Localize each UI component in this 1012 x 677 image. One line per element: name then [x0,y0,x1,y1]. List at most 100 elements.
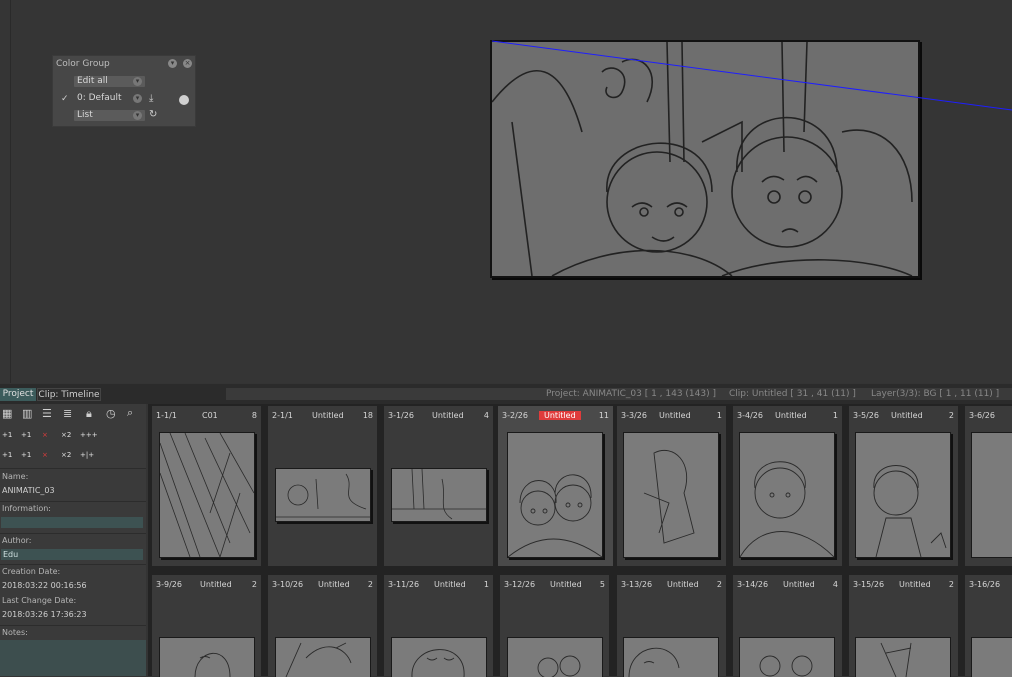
scene-title: Untitled [775,411,807,420]
scene-count: 1 [716,411,722,420]
scene-card[interactable]: 3-13/26 Untitled 2 [617,575,726,677]
scene-card[interactable]: 3-3/26 Untitled 1 [617,406,726,566]
scene-thumbnail [159,432,255,558]
scene-card[interactable]: 3-1/26 Untitled 4 [384,406,493,566]
scene-number: 3-15/26 [853,580,885,589]
timer-icon[interactable]: ◷ [106,407,116,420]
author-label: Author: [2,536,32,545]
lock-icon[interactable]: 🔒︎ [86,407,92,421]
add-after-button[interactable]: +1 [21,451,31,459]
list-view-icon[interactable]: ☰ [42,407,52,420]
notes-field[interactable] [0,640,146,676]
scene-number: 3-3/26 [621,411,647,420]
scene-card[interactable]: 3-4/26 Untitled 1 [733,406,842,566]
scene-card[interactable]: 1-1/1 C01 8 [152,406,261,566]
scene-title: Untitled [667,580,699,589]
column-view-icon[interactable]: ▥ [22,407,32,420]
scene-card[interactable]: 3-11/26 Untitled 1 [384,575,493,677]
scene-thumbnail [855,637,951,677]
scene-card[interactable]: 2-1/1 Untitled 18 [268,406,377,566]
information-label: Information: [2,504,52,513]
scene-title: Untitled [432,411,464,420]
scene-card[interactable]: 3-9/26 Untitled 2 [152,575,261,677]
divider [0,564,146,565]
scene-title: Untitled [659,411,691,420]
scene-card[interactable]: 3-5/26 Untitled 2 [849,406,958,566]
clip-status: Clip: Untitled [ 31 , 41 (11) ] [729,389,856,399]
scene-thumbnail [391,637,487,677]
scene-thumbnail [391,468,487,522]
scene-thumbnail [739,432,835,558]
scene-number: 3-4/26 [737,411,763,420]
tab-project[interactable]: Project [0,388,36,401]
scene-thumbnail [739,637,835,677]
scene-card[interactable]: 3-12/26 Untitled 5 [500,575,609,677]
scene-count: 1 [832,411,838,420]
scene-title: Untitled [434,580,466,589]
scene-count: 5 [599,580,605,589]
last-change-label: Last Change Date: [2,596,77,605]
delete-button[interactable]: × [42,451,48,459]
divider [0,625,146,626]
duplicate-button[interactable]: ×2 [61,431,71,439]
scene-count: 2 [716,580,722,589]
scene-card-selected[interactable]: 3-2/26 Untitled 11 [498,406,613,566]
last-change-value: 2018:03:26 17:36:23 [2,610,87,619]
scene-title: Untitled [899,580,931,589]
guide-line [491,40,1012,111]
scene-card[interactable]: 3-14/26 Untitled 4 [733,575,842,677]
scene-number: 3-12/26 [504,580,536,589]
scene-title: Untitled [539,411,581,420]
scene-thumbnail [507,637,603,677]
scene-number: 3-2/26 [502,411,528,420]
creation-date-value: 2018:03:22 00:16:56 [2,581,87,590]
notes-label: Notes: [2,628,28,637]
scene-title: Untitled [200,580,232,589]
author-field[interactable]: Edu [1,549,143,560]
scene-number: 1-1/1 [156,411,177,420]
scene-number: 3-1/26 [388,411,414,420]
scene-thumbnail [623,432,719,558]
split-button[interactable]: +++ [80,431,98,439]
information-field[interactable] [1,517,143,528]
scene-thumbnail [971,432,1012,558]
scene-count: 4 [483,411,489,420]
scene-thumbnail [971,637,1012,677]
grid-view-icon[interactable]: ▦ [2,407,12,420]
scene-number: 2-1/1 [272,411,293,420]
scene-thumbnail [507,432,603,558]
scene-number: 3-9/26 [156,580,182,589]
scene-count: 2 [367,580,373,589]
add-before-button[interactable]: +1 [2,431,12,439]
scene-title: Untitled [312,411,344,420]
scene-card[interactable]: 3-15/26 Untitled 2 [849,575,958,677]
scene-card[interactable]: 3-6/26 [965,406,1012,566]
scene-card[interactable]: 3-10/26 Untitled 2 [268,575,377,677]
delete-button[interactable]: × [42,431,48,439]
merge-button[interactable]: +|+ [80,451,94,459]
scene-count: 2 [948,580,954,589]
scene-number: 3-10/26 [272,580,304,589]
add-after-button[interactable]: +1 [21,431,31,439]
scene-thumbnail [623,637,719,677]
scene-number: 3-14/26 [737,580,769,589]
duplicate-button[interactable]: ×2 [61,451,71,459]
timeline-view-icon[interactable]: ≣ [63,407,72,420]
scene-title: Untitled [891,411,923,420]
scene-number: 3-11/26 [388,580,420,589]
name-value[interactable]: ANIMATIC_03 [2,486,55,495]
add-before-button[interactable]: +1 [2,451,12,459]
scene-count: 18 [362,411,373,420]
status-bar: Project: ANIMATIC_03 [ 1 , 143 (143) ] C… [226,388,1012,400]
scene-count: 1 [483,580,489,589]
tab-clip-timeline[interactable]: Clip: Timeline [37,388,101,401]
scene-card[interactable]: 3-16/26 [965,575,1012,677]
divider [0,533,146,534]
scene-title: Untitled [550,580,582,589]
search-icon[interactable]: ⌕ [127,406,133,420]
scene-count: 2 [948,411,954,420]
scene-number: 3-16/26 [969,580,1001,589]
scene-thumbnail [275,637,371,677]
name-label: Name: [2,472,29,481]
divider [0,501,146,502]
